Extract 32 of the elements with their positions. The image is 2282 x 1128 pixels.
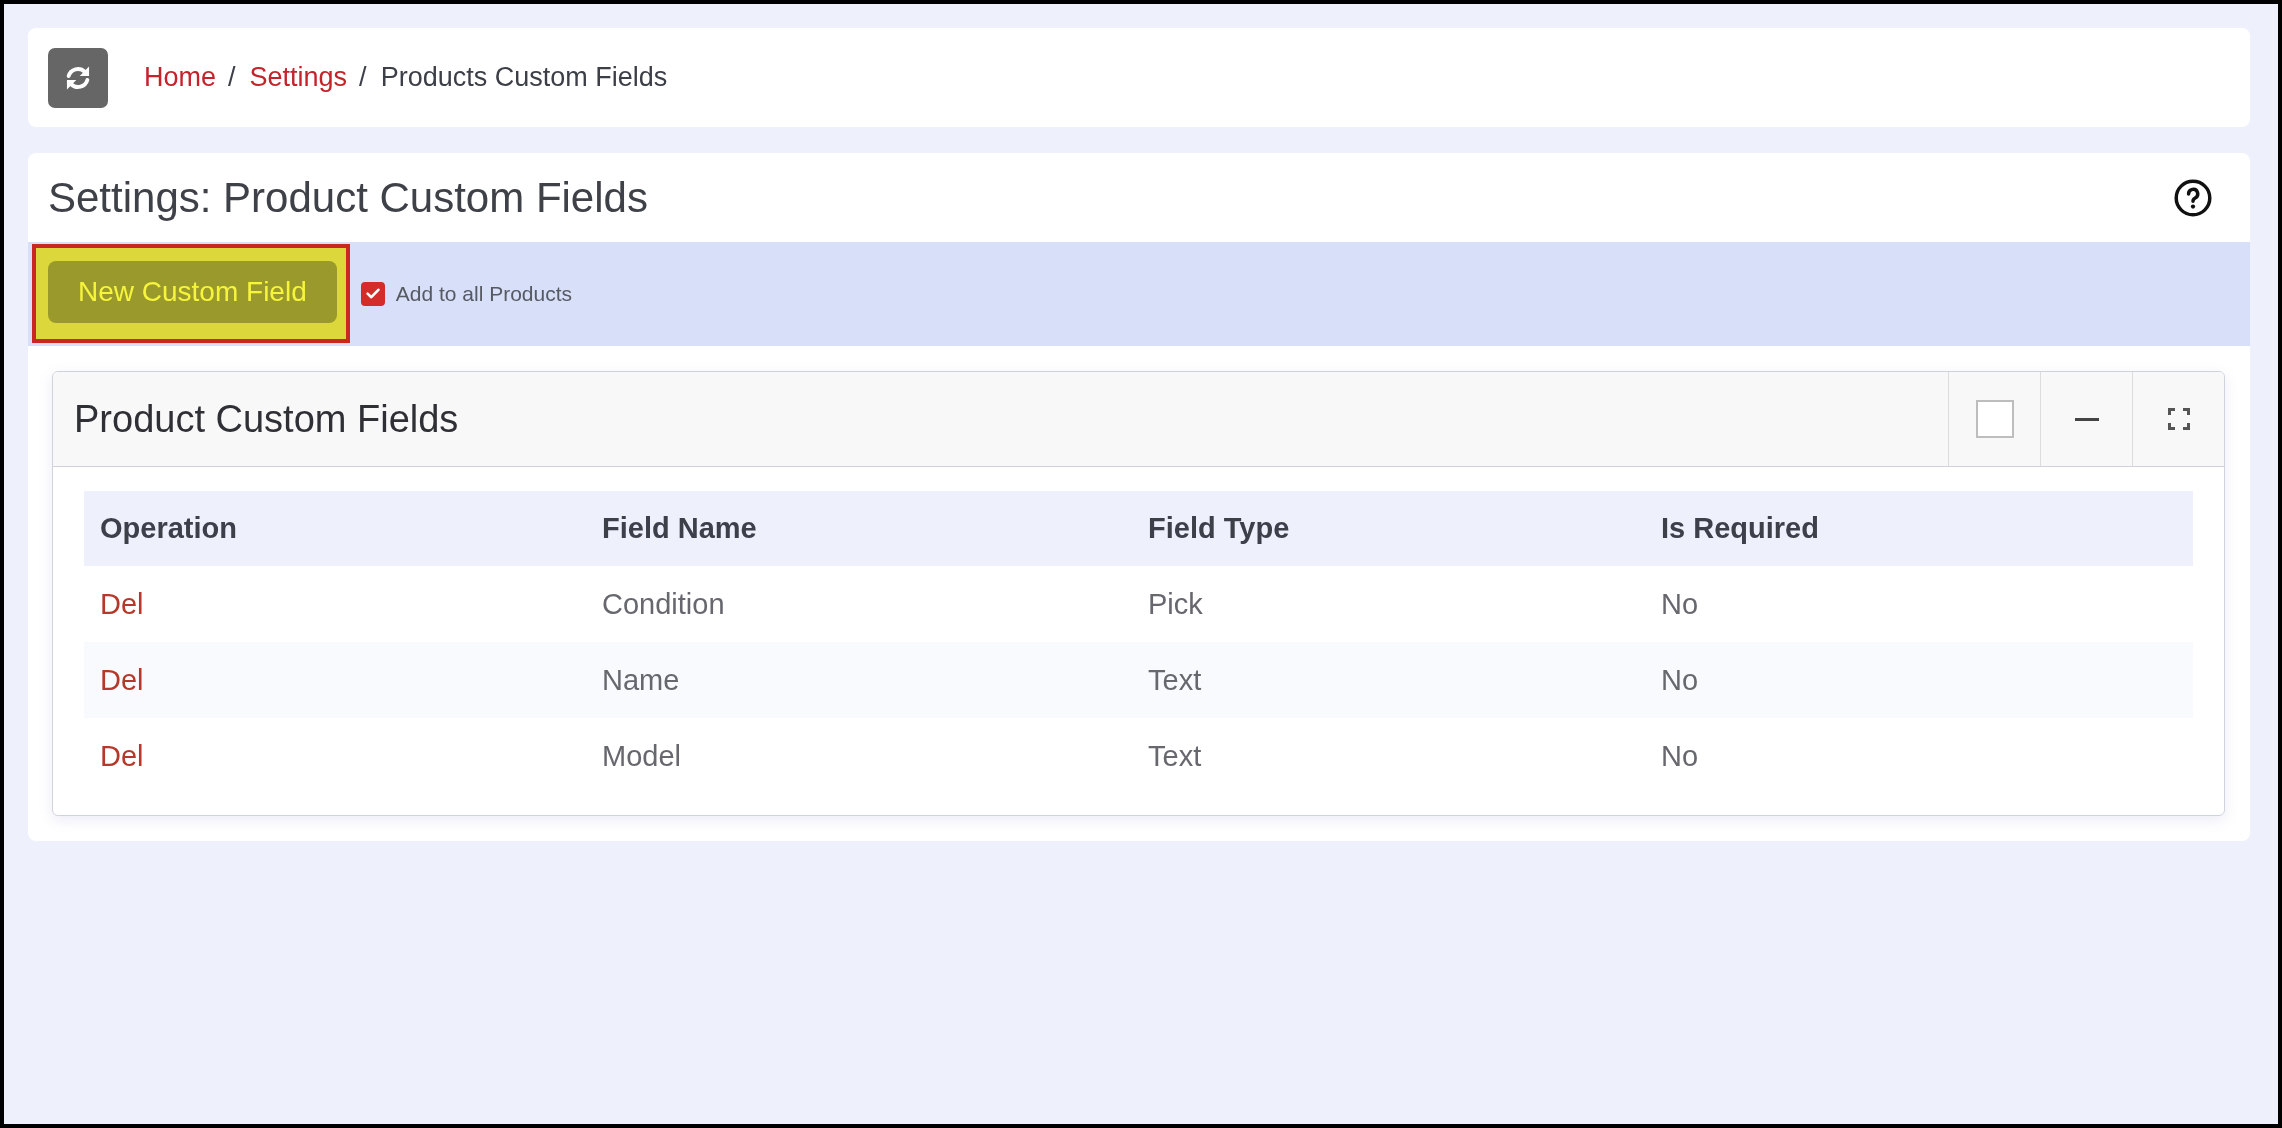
table-cell: No [1661, 663, 1699, 697]
breadcrumb-separator: / [359, 62, 367, 93]
checkmark-icon [365, 288, 380, 299]
page-title: Settings: Product Custom Fields [48, 173, 648, 222]
table-cell: Name [602, 663, 680, 697]
checkbox[interactable] [360, 281, 385, 306]
table-cell: Text [1148, 663, 1202, 697]
delete-link[interactable]: Del [100, 739, 144, 773]
refresh-button[interactable] [48, 47, 108, 108]
breadcrumb-link[interactable]: Home [144, 62, 217, 93]
breadcrumb-link[interactable]: Settings [249, 62, 348, 93]
delete-link[interactable]: Del [100, 587, 144, 621]
table-cell: No [1661, 587, 1699, 621]
column-header: Field Name [602, 512, 757, 545]
breadcrumb-separator: / [228, 62, 236, 93]
delete-link[interactable]: Del [100, 663, 144, 697]
minus-icon [2074, 417, 2099, 421]
table-cell: No [1661, 739, 1699, 773]
column-header: Operation [100, 512, 237, 545]
table-cell: Model [602, 739, 681, 773]
column-header: Is Required [1661, 512, 1819, 545]
table-cell: Text [1148, 739, 1202, 773]
refresh-icon [65, 64, 91, 91]
panel-title: Product Custom Fields [74, 397, 459, 441]
help-icon[interactable] [2174, 178, 2212, 217]
breadcrumb-current: Products Custom Fields [380, 62, 668, 93]
column-header: Field Type [1148, 512, 1290, 545]
table-cell: Pick [1148, 587, 1203, 621]
table-cell: Condition [602, 587, 725, 621]
square-icon [1975, 400, 2014, 438]
checkbox-label[interactable]: Add to all Products [395, 281, 572, 306]
expand-icon [2167, 408, 2190, 430]
